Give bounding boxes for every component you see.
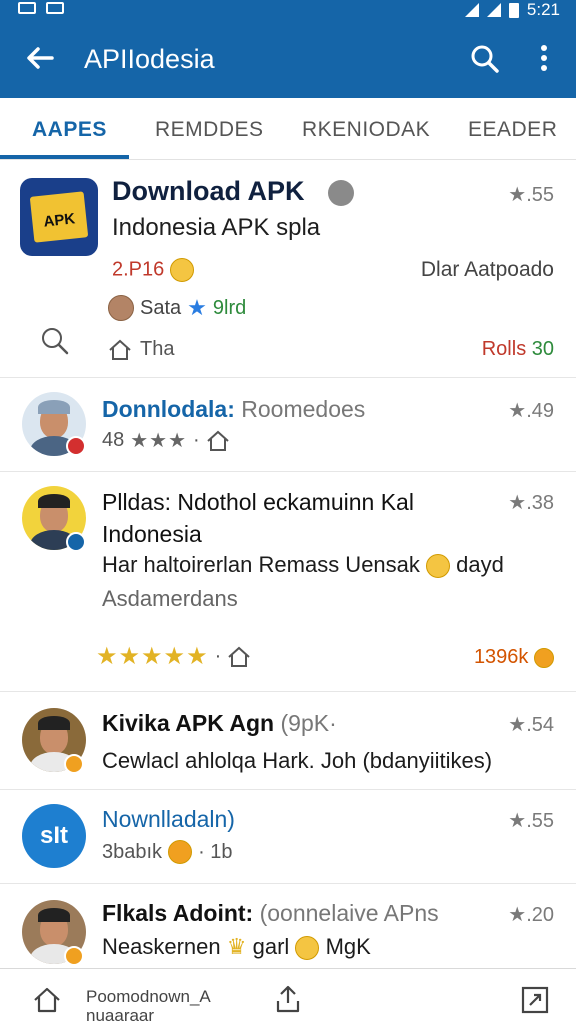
item-meta: ★★★★★ · [96, 642, 251, 671]
item-description: Har haltoirerlan Remass Uensak dayd [102, 552, 504, 579]
image-icon [46, 2, 64, 14]
author-avatar [108, 295, 134, 321]
notification-icon [18, 2, 36, 14]
item-meta: 48 ★★★ · [102, 428, 230, 453]
list-item[interactable]: Flkals Adoint: (oonnelaive APns ★.20 Nea… [0, 884, 576, 968]
battery-icon [508, 2, 519, 18]
featured-rolls: Rolls 30 [481, 338, 554, 360]
coin-icon [534, 647, 554, 668]
emoji-icon [295, 936, 320, 961]
badge-icon [64, 946, 84, 966]
status-indicators: 5:21 [464, 0, 560, 20]
app-icon-text: APK [42, 210, 76, 231]
search-icon[interactable] [468, 42, 502, 76]
item-title: Plldas: Ndothol eckamuinn Kal Indonesia [102, 489, 414, 547]
item-subtext: Asdamerdans [102, 586, 238, 611]
item-rating: ★.54 [508, 714, 554, 736]
emoji-icon [426, 554, 451, 579]
star-rating: ★★★ [130, 430, 188, 452]
back-arrow-icon[interactable] [22, 40, 58, 76]
featured-app-card[interactable]: APK Download APK ★.55 Indonesia APK spla… [0, 162, 576, 378]
item-title: Kivika APK Agn (9pK· [102, 710, 337, 736]
status-notifications [18, 2, 64, 14]
star-rating: ★★★★★ [96, 643, 209, 670]
status-bar: 5:21 [0, 0, 576, 22]
gift-icon [168, 840, 193, 864]
tab-bar: AAPES REMDDES RKENIODAK EEADER [0, 98, 576, 160]
tab-apps[interactable]: AAPES [32, 118, 107, 142]
tab-remedies[interactable]: REMDDES [155, 118, 264, 142]
featured-price: 2.P16 [112, 258, 194, 282]
house-icon [228, 646, 250, 667]
item-meta: 3babık · 1b [102, 840, 233, 864]
list-item[interactable]: Donnlodala: Roomedoes ★.49 48 ★★★ · [0, 380, 576, 472]
item-title: Donnlodala: Roomedoes [102, 396, 366, 422]
item-description: Cewlacl ahlolqa Hark. Joh (bdanyiitikes) [102, 748, 493, 773]
search-icon[interactable] [40, 326, 70, 356]
bottom-navigation: Poomodnown_A nuaaraar [0, 968, 576, 1024]
more-options-icon[interactable] [534, 42, 554, 76]
edit-icon[interactable] [520, 985, 550, 1015]
featured-location: Tha [108, 338, 174, 361]
signal-icon [486, 3, 501, 17]
list-item[interactable]: Kivika APK Agn (9pK· ★.54 Cewlacl ahlolq… [0, 692, 576, 790]
item-rating: ★.55 [508, 810, 554, 832]
author-badge: 9lrd [212, 296, 247, 319]
featured-author[interactable]: Sata ★ 9lrd [108, 295, 246, 321]
avatar: sIt [22, 804, 86, 868]
emoji-icon [169, 258, 194, 282]
share-icon[interactable] [272, 983, 304, 1015]
house-icon [109, 339, 131, 360]
star-icon: ★ [187, 295, 207, 320]
badge-icon [64, 754, 84, 774]
item-title: Flkals Adoint: (oonnelaive APns [102, 900, 439, 926]
nav-label[interactable]: Poomodnown_A nuaaraar [86, 987, 266, 1024]
apk-app-icon: APK [20, 178, 98, 256]
featured-title: Download APK [112, 176, 305, 206]
home-icon[interactable] [32, 985, 62, 1015]
badge-icon [66, 532, 86, 552]
featured-developer: Dlar Aatpoado [420, 258, 554, 281]
list-item[interactable]: sIt Nownlladaln) ★.55 3babık · 1b [0, 790, 576, 884]
featured-subtitle: Indonesia APK spla [112, 214, 321, 241]
item-rating: ★.49 [508, 400, 554, 422]
wifi-icon [464, 3, 479, 17]
crown-icon: ♛ [226, 934, 247, 959]
house-icon [207, 430, 229, 451]
app-icon-text: sIt [39, 822, 68, 849]
item-rating: ★.20 [508, 904, 554, 926]
app-bar: APIIodesia [0, 22, 576, 98]
verified-icon [328, 180, 354, 206]
status-time: 5:21 [526, 0, 560, 19]
badge-icon [66, 436, 86, 456]
item-description: Neaskernen ♛ garl MgK [102, 934, 371, 961]
list-item[interactable]: Plldas: Ndothol eckamuinn Kal Indonesia … [0, 472, 576, 692]
item-rating: ★.38 [508, 492, 554, 514]
featured-rating: ★.55 [508, 184, 554, 206]
app-title: APIIodesia [84, 44, 215, 74]
item-title: Nownlladaln) [102, 806, 235, 832]
active-tab-indicator [0, 155, 129, 159]
tab-reader[interactable]: EEADER [468, 118, 557, 142]
tab-recommended[interactable]: RKENIODAK [302, 118, 430, 142]
item-count: 1396k [474, 646, 554, 669]
